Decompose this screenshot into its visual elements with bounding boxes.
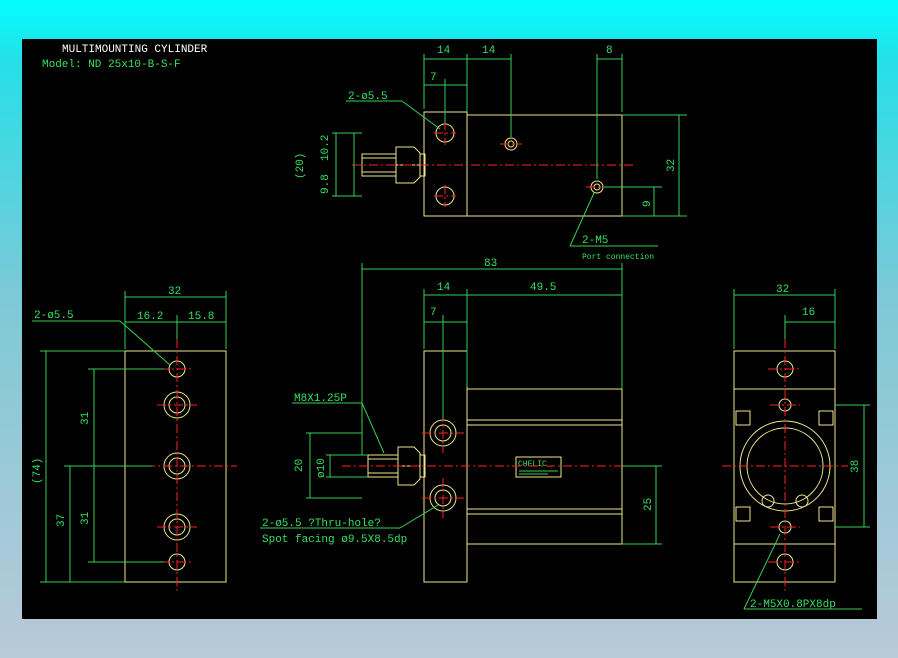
- top-view: 14 14 8 7 32 9 (20) 9.8 10.2 2-ø5.5 2-M5…: [295, 45, 687, 262]
- right-dim-16: 16: [802, 307, 815, 319]
- top-dim-9-8: 9.8: [320, 174, 332, 194]
- top-dim-8: 8: [606, 45, 613, 57]
- top-dim-9: 9: [642, 200, 654, 207]
- right-port-2: [795, 494, 809, 508]
- top-dim-14b: 14: [482, 45, 496, 57]
- side-dim-rod-dia: ø10: [316, 458, 328, 478]
- drawing-title: MULTIMOUNTING CYLINDER: [62, 44, 208, 56]
- top-dim-14a: 14: [437, 45, 451, 57]
- left-dim-74: (74): [32, 458, 44, 484]
- top-callout-port: 2-M5: [582, 235, 608, 247]
- left-dim-16-2: 16.2: [137, 311, 163, 323]
- left-dim-31a: 31: [80, 411, 92, 425]
- side-view: CHELIC 83 14 49.5 7 20 ø10 25 M8X1.25P 2…: [260, 258, 662, 583]
- left-dim-15-8: 15.8: [188, 311, 214, 323]
- side-callout-thread: M8X1.25P: [294, 393, 347, 405]
- right-dim-38: 38: [850, 460, 862, 473]
- right-callout-tap: 2-M5X0.8PX8dp: [750, 599, 836, 611]
- side-dim-20: 20: [294, 459, 306, 472]
- top-callout-hole: 2-ø5.5: [348, 91, 388, 103]
- side-callout-hole: 2-ø5.5 ?Thru-hole?: [262, 518, 381, 530]
- right-dim-32: 32: [776, 284, 789, 296]
- side-dim-7: 7: [430, 307, 437, 319]
- top-callout-port-label: Port connection: [582, 253, 654, 262]
- top-dim-10-2: 10.2: [320, 135, 332, 161]
- side-dim-49-5: 49.5: [530, 282, 556, 294]
- cad-drawing-area[interactable]: MULTIMOUNTING CYLINDER Model: ND 25x10-B…: [22, 39, 877, 619]
- side-logo: CHELIC: [518, 460, 547, 469]
- top-dim-32: 32: [666, 159, 678, 172]
- left-view: 32 16.2 15.8 (74) 31 31 37 2-ø5.5: [32, 286, 237, 594]
- right-view: 32 16 38 2-M5X0.8PX8dp: [722, 284, 870, 611]
- left-dim-32: 32: [168, 286, 181, 298]
- side-dim-25: 25: [643, 498, 655, 511]
- left-dim-31b: 31: [80, 511, 92, 525]
- cad-drawing: MULTIMOUNTING CYLINDER Model: ND 25x10-B…: [32, 44, 870, 611]
- side-dim-14: 14: [437, 282, 451, 294]
- model-label: Model: ND 25x10-B-S-F: [42, 59, 181, 71]
- top-dim-7: 7: [430, 72, 437, 84]
- left-dim-37: 37: [56, 514, 68, 527]
- right-port-1: [761, 494, 775, 508]
- top-dim-20: (20): [295, 153, 307, 179]
- side-dim-83: 83: [484, 258, 497, 270]
- left-callout-hole: 2-ø5.5: [34, 310, 74, 322]
- side-callout-spot-facing: Spot facing ø9.5X8.5dp: [262, 534, 407, 546]
